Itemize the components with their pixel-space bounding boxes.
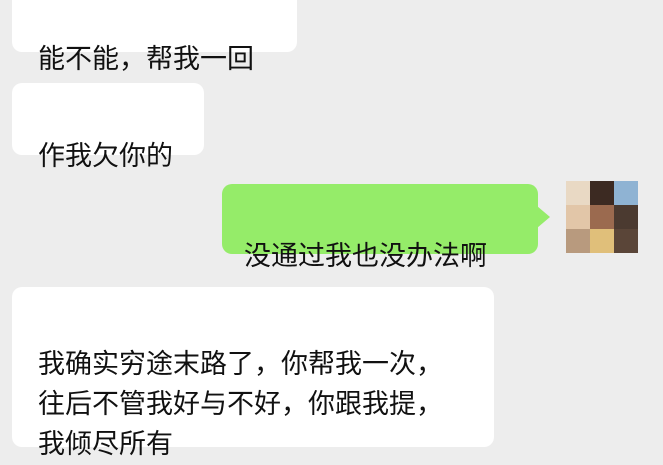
outgoing-message-bubble[interactable]: 没通过我也没办法啊 [222, 184, 550, 272]
chat-message-area[interactable]: 能不能，帮我一回 作我欠你的 没通过我也没办法啊 我确实穷途末路了，你帮我一次，… [0, 0, 663, 460]
avatar-pixel [614, 205, 638, 229]
incoming-message-bubble[interactable]: 作我欠你的 [12, 83, 204, 172]
message-text: 我确实穷途末路了，你帮我一次， 往后不管我好与不好，你跟我提， 我倾尽所有 [38, 349, 443, 460]
avatar-pixel [566, 181, 590, 205]
incoming-message-bubble[interactable]: 能不能，帮我一回 [12, 0, 297, 75]
message-text: 能不能，帮我一回 [38, 44, 254, 75]
sender-avatar[interactable] [566, 181, 638, 253]
avatar-pixel [614, 181, 638, 205]
avatar-pixel [566, 205, 590, 229]
avatar-pixel [566, 229, 590, 253]
incoming-message-bubble[interactable]: 我确实穷途末路了，你帮我一次， 往后不管我好与不好，你跟我提， 我倾尽所有 [12, 287, 494, 460]
message-text: 没通过我也没办法啊 [244, 241, 487, 272]
avatar-pixel [614, 229, 638, 253]
message-text: 作我欠你的 [38, 141, 173, 172]
avatar-pixel [590, 205, 614, 229]
avatar-pixel [590, 229, 614, 253]
avatar-pixel [590, 181, 614, 205]
